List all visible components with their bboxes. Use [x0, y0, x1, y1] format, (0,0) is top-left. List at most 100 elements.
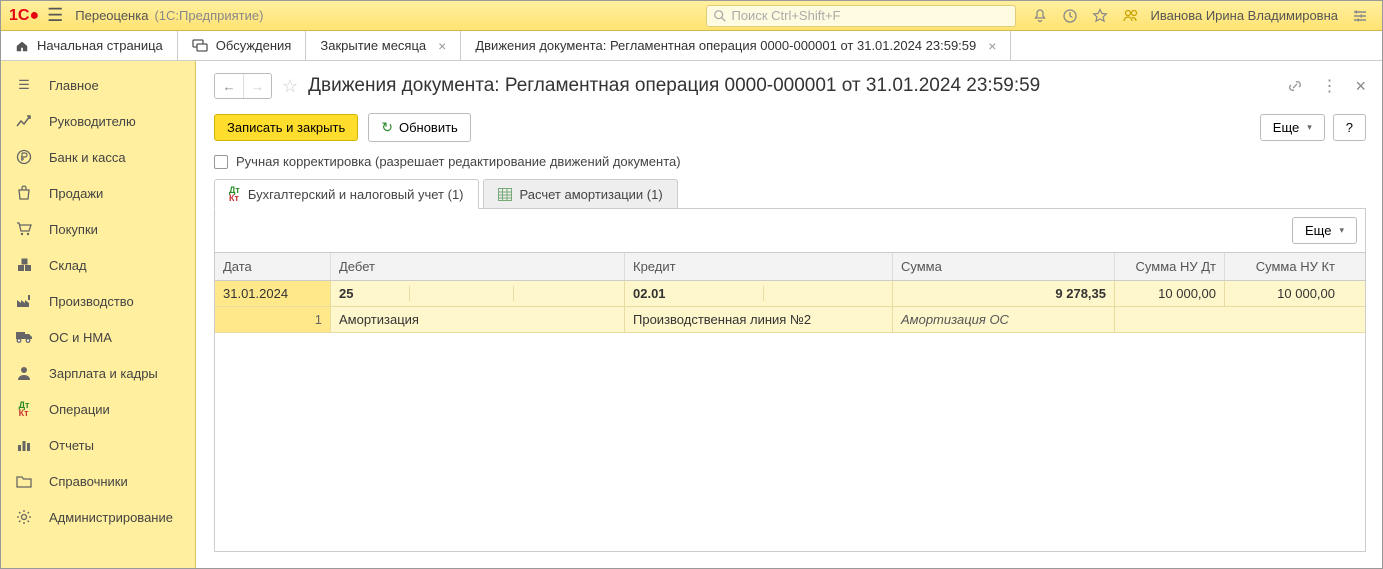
grid-more-button[interactable]: Еще ▾ — [1292, 217, 1357, 244]
person-icon — [15, 366, 33, 381]
users-icon[interactable] — [1122, 8, 1140, 24]
search-icon — [713, 9, 727, 23]
cart-icon — [15, 222, 33, 236]
grid-wrapper: Еще ▾ Дата Дебет Кредит Сумма Сумма НУ Дт… — [214, 209, 1366, 552]
user-name: Иванова Ирина Владимировна — [1150, 8, 1338, 23]
maintab-closing[interactable]: Закрытие месяца × — [306, 31, 461, 60]
cell-date: 31.01.2024 — [215, 281, 331, 306]
subtab-label: Расчет амортизации (1) — [520, 187, 663, 202]
logo-1c: 1C● — [9, 7, 39, 25]
debit-acct: 25 — [339, 286, 409, 301]
sidebar-label: Отчеты — [49, 438, 94, 453]
sidebar-label: Склад — [49, 258, 87, 273]
subtab-accounting[interactable]: ДтКт Бухгалтерский и налоговый учет (1) — [214, 179, 479, 209]
bell-icon[interactable] — [1032, 8, 1048, 24]
col-credit[interactable]: Кредит — [625, 253, 893, 280]
sidebar-item-warehouse[interactable]: Склад — [1, 247, 195, 283]
close-icon[interactable]: × — [988, 38, 996, 54]
sidebar-label: Зарплата и кадры — [49, 366, 158, 381]
save-close-button[interactable]: Записать и закрыть — [214, 114, 358, 141]
close-icon[interactable]: × — [438, 38, 446, 54]
search-input[interactable]: Поиск Ctrl+Shift+F — [706, 5, 1016, 27]
cell-sum: 9 278,35 — [893, 281, 1115, 306]
grid-row[interactable]: 1 Амортизация Производственная линия №2 … — [215, 307, 1365, 333]
col-sum[interactable]: Сумма — [893, 253, 1115, 280]
col-nukt[interactable]: Сумма НУ Кт — [1225, 253, 1343, 280]
sidebar-item-admin[interactable]: Администрирование — [1, 499, 195, 535]
manual-edit-checkbox[interactable] — [214, 155, 228, 169]
gear-icon — [15, 509, 33, 525]
sidebar-label: Продажи — [49, 186, 103, 201]
button-label: Обновить — [399, 120, 458, 135]
factory-icon — [15, 294, 33, 308]
maintab-discuss[interactable]: Обсуждения — [178, 31, 307, 60]
dtkt-icon: ДтКт — [15, 401, 33, 417]
sidebar-item-purchase[interactable]: Покупки — [1, 211, 195, 247]
folder-icon — [15, 475, 33, 488]
cell-credit-desc: Производственная линия №2 — [625, 307, 893, 332]
user[interactable]: Иванова Ирина Владимировна — [1150, 8, 1338, 23]
subtab-label: Бухгалтерский и налоговый учет (1) — [248, 187, 464, 202]
cell-debit-desc: Амортизация — [331, 307, 625, 332]
list-icon: ☰ — [15, 77, 33, 93]
col-nudt[interactable]: Сумма НУ Дт — [1115, 253, 1225, 280]
boxes-icon — [15, 258, 33, 272]
subtab-amortization[interactable]: Расчет амортизации (1) — [483, 179, 678, 208]
col-debit[interactable]: Дебет — [331, 253, 625, 280]
button-label: ? — [1346, 120, 1353, 135]
topbar-icons — [1032, 8, 1140, 24]
sidebar-item-bank[interactable]: Банк и касса — [1, 139, 195, 175]
link-icon[interactable] — [1287, 78, 1303, 94]
button-label: Записать и закрыть — [227, 120, 345, 135]
sidebar: ☰ Главное Руководителю Банк и касса Прода… — [1, 61, 196, 568]
refresh-icon: ↻ — [381, 119, 393, 136]
back-button[interactable]: ← — [215, 74, 243, 98]
dtkt-icon: ДтКт — [229, 186, 240, 202]
subtabs: ДтКт Бухгалтерский и налоговый учет (1) … — [214, 179, 1366, 209]
settings-icon[interactable] — [1352, 8, 1368, 24]
barchart-icon — [15, 438, 33, 452]
cell-nudt: 10 000,00 — [1115, 281, 1225, 306]
sidebar-item-directories[interactable]: Справочники — [1, 463, 195, 499]
caret-down-icon: ▾ — [1339, 225, 1344, 236]
manual-edit-row: Ручная корректировка (разрешает редактир… — [214, 154, 1366, 169]
close-icon[interactable]: × — [1355, 76, 1366, 97]
maintab-label: Движения документа: Регламентная операци… — [475, 38, 976, 53]
star-icon[interactable] — [1092, 8, 1108, 24]
more-button[interactable]: Еще ▾ — [1260, 114, 1325, 141]
topbar: 1C● ☰ Переоценка (1С:Предприятие) Поиск … — [1, 1, 1382, 31]
sidebar-label: Производство — [49, 294, 134, 309]
sidebar-item-reports[interactable]: Отчеты — [1, 427, 195, 463]
help-button[interactable]: ? — [1333, 114, 1366, 141]
nav-buttons: ← → — [214, 73, 272, 99]
grid-row[interactable]: 31.01.2024 25 02.01 9 278,35 10 000,00 1… — [215, 281, 1365, 307]
chat-icon — [192, 39, 208, 53]
menu-icon[interactable]: ☰ — [47, 5, 63, 26]
button-label: Еще — [1305, 223, 1331, 238]
sidebar-item-main[interactable]: ☰ Главное — [1, 67, 195, 103]
sidebar-item-hr[interactable]: Зарплата и кадры — [1, 355, 195, 391]
sidebar-label: Операции — [49, 402, 110, 417]
history-icon[interactable] — [1062, 8, 1078, 24]
sidebar-item-manager[interactable]: Руководителю — [1, 103, 195, 139]
sidebar-label: Главное — [49, 78, 99, 93]
button-label: Еще — [1273, 120, 1299, 135]
cell-credit: 02.01 — [625, 281, 893, 306]
sidebar-item-operations[interactable]: ДтКт Операции — [1, 391, 195, 427]
sidebar-item-sales[interactable]: Продажи — [1, 175, 195, 211]
maintab-home[interactable]: Начальная страница — [1, 31, 178, 60]
toolbar: Записать и закрыть ↻ Обновить Еще ▾ ? — [214, 113, 1366, 142]
forward-button[interactable]: → — [243, 74, 271, 98]
favorite-star-icon[interactable]: ☆ — [282, 76, 298, 97]
main-pane: ← → ☆ Движения документа: Регламентная о… — [196, 61, 1382, 568]
sidebar-item-assets[interactable]: ОС и НМА — [1, 319, 195, 355]
sidebar-item-production[interactable]: Производство — [1, 283, 195, 319]
col-date[interactable]: Дата — [215, 253, 331, 280]
cell-rownum: 1 — [215, 307, 331, 332]
kebab-icon[interactable]: ⋮ — [1321, 76, 1337, 96]
cell-nukt: 10 000,00 — [1225, 281, 1343, 306]
maintab-movements[interactable]: Движения документа: Регламентная операци… — [461, 31, 1011, 60]
caret-down-icon: ▾ — [1307, 122, 1312, 133]
refresh-button[interactable]: ↻ Обновить — [368, 113, 471, 142]
home-icon — [15, 39, 29, 53]
